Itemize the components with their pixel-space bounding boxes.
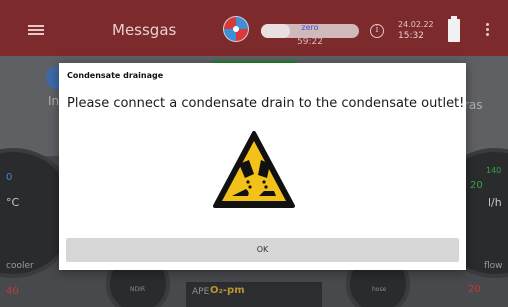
- flow-gauge-value-high: 140: [486, 166, 502, 175]
- flow-gauge-label: flow: [484, 261, 503, 271]
- flow-gauge-value: 20: [470, 180, 483, 191]
- flow-gauge-unit: l/h: [488, 196, 502, 209]
- flow-gauge-min: 20: [468, 284, 481, 295]
- temperature-gauge-max: 40: [6, 286, 19, 297]
- menu-icon[interactable]: [28, 25, 44, 35]
- dialog-message: Please connect a condensate drain to the…: [67, 96, 465, 111]
- top-bar: Messgas zero 59:22 i 24.02.22 15:32: [0, 0, 508, 56]
- condensate-dialog: Condensate drainage Please connect a con…: [59, 63, 466, 270]
- background-text-right: ras: [464, 98, 483, 112]
- battery-icon: [448, 16, 460, 42]
- ok-button[interactable]: OK: [66, 238, 459, 262]
- status-label: zero: [301, 23, 319, 32]
- time-display: 15:32: [398, 31, 424, 41]
- fan-icon[interactable]: [222, 15, 250, 43]
- more-vertical-icon[interactable]: [486, 23, 489, 37]
- hose-gauge-label: hose: [372, 286, 387, 293]
- temperature-gauge-value: 0: [6, 172, 13, 183]
- ndir-gauge-label: NDIR: [130, 286, 146, 293]
- temperature-gauge-label: cooler: [6, 261, 34, 271]
- dialog-title: Condensate drainage: [67, 71, 164, 80]
- background-text-left: In: [48, 94, 60, 108]
- info-icon[interactable]: i: [370, 24, 384, 38]
- ape-label: APE: [192, 287, 210, 297]
- page-title: Messgas: [112, 21, 177, 39]
- temperature-gauge-unit: °C: [6, 196, 20, 209]
- status-time: 59:22: [297, 37, 323, 47]
- o2-label: O₂-pm: [210, 285, 245, 296]
- date-display: 24.02.22: [398, 20, 434, 29]
- corrosive-warning-icon: [213, 131, 295, 208]
